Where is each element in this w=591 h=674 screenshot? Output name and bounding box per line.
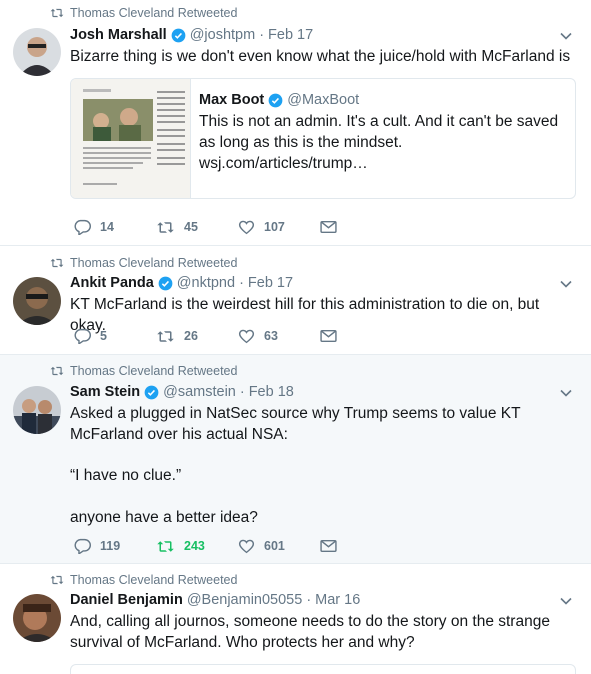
quoted-tweet-preview[interactable]: [70, 664, 576, 674]
reply-button[interactable]: 5: [74, 328, 156, 344]
tweet-ankit-panda[interactable]: Thomas Cleveland Retweeted Ankit Panda @…: [0, 246, 591, 355]
tweet-text-line: anyone have a better idea?: [70, 509, 258, 526]
retweet-context: Thomas Cleveland Retweeted: [50, 573, 237, 587]
retweet-count: 45: [184, 220, 198, 234]
retweet-icon: [50, 8, 64, 18]
quoted-author-handle: @MaxBoot: [287, 92, 360, 108]
tweet-time[interactable]: Feb 17: [248, 275, 293, 291]
quoted-author-name: Max Boot: [199, 92, 265, 108]
retweet-context-text: Thomas Cleveland Retweeted: [70, 6, 238, 20]
quoted-tweet[interactable]: Max Boot @MaxBoot This is not an admin. …: [70, 78, 576, 199]
author-name[interactable]: Daniel Benjamin: [70, 592, 183, 608]
avatar[interactable]: [13, 386, 61, 434]
tweet-time[interactable]: Mar 16: [315, 592, 360, 608]
separator-dot: ·: [239, 275, 244, 291]
retweet-icon: [50, 366, 64, 376]
reply-count: 14: [100, 220, 114, 234]
author-handle[interactable]: @Benjamin05055: [187, 592, 303, 608]
verified-badge-icon: [144, 385, 159, 399]
retweet-count: 26: [184, 329, 198, 343]
author-name[interactable]: Sam Stein: [70, 384, 140, 400]
direct-message-button[interactable]: [320, 329, 346, 343]
tweet-text-line: “I have no clue.”: [70, 467, 182, 484]
retweet-button[interactable]: 243: [156, 539, 238, 554]
chevron-down-icon[interactable]: [559, 594, 573, 608]
tweet-time[interactable]: Feb 18: [249, 384, 294, 400]
retweet-icon: [157, 540, 174, 552]
chevron-down-icon[interactable]: [559, 277, 573, 291]
separator-dot: ·: [306, 592, 312, 608]
tweet-actions: 119 243 601: [74, 538, 346, 554]
retweet-context: Thomas Cleveland Retweeted: [50, 364, 237, 378]
verified-badge-icon: [171, 28, 186, 42]
direct-message-button[interactable]: [320, 220, 346, 234]
like-count: 601: [264, 539, 285, 553]
retweet-icon: [157, 221, 174, 233]
separator-dot: ·: [259, 27, 265, 43]
like-button[interactable]: 107: [238, 219, 320, 235]
direct-message-button[interactable]: [320, 539, 346, 553]
tweet-text: Bizarre thing is we don't even know what…: [70, 48, 571, 65]
quoted-tweet-header: Max Boot @MaxBoot: [199, 92, 359, 108]
reply-button[interactable]: 119: [74, 538, 156, 554]
retweet-context-text: Thomas Cleveland Retweeted: [70, 364, 238, 378]
tweet-josh-marshall[interactable]: Thomas Cleveland Retweeted Josh Marshall…: [0, 0, 591, 246]
separator-dot: ·: [239, 384, 245, 400]
retweet-context-text: Thomas Cleveland Retweeted: [70, 256, 238, 270]
reply-count: 119: [100, 539, 121, 553]
retweet-icon: [50, 575, 64, 585]
like-count: 63: [264, 329, 278, 343]
author-name[interactable]: Josh Marshall: [70, 27, 167, 43]
author-handle[interactable]: @samstein: [163, 384, 236, 400]
verified-badge-icon: [268, 93, 283, 107]
tweet-header: Josh Marshall @joshtpm · Feb 17: [70, 27, 313, 43]
tweet-time[interactable]: Feb 17: [268, 27, 313, 43]
chevron-down-icon[interactable]: [559, 29, 573, 43]
retweet-icon: [50, 258, 64, 268]
avatar[interactable]: [13, 277, 61, 325]
tweet-header: Sam Stein @samstein · Feb 18: [70, 384, 294, 400]
tweet-header: Daniel Benjamin @Benjamin05055 · Mar 16: [70, 592, 360, 608]
direct-message-icon: [320, 539, 337, 553]
author-handle[interactable]: @joshtpm: [190, 27, 256, 43]
tweet-text-line: Asked a plugged in NatSec source why Tru…: [70, 405, 521, 443]
author-name[interactable]: Ankit Panda: [70, 275, 154, 291]
chevron-down-icon[interactable]: [559, 386, 573, 400]
like-button[interactable]: 63: [238, 328, 320, 344]
retweet-context: Thomas Cleveland Retweeted: [50, 6, 237, 20]
retweet-button[interactable]: 26: [156, 329, 238, 344]
tweet-sam-stein[interactable]: Thomas Cleveland Retweeted Sam Stein @sa…: [0, 355, 591, 564]
tweet-actions: 14 45 107: [74, 219, 346, 235]
reply-count: 5: [100, 329, 107, 343]
avatar[interactable]: [13, 594, 61, 642]
timeline: Thomas Cleveland Retweeted Josh Marshall…: [0, 0, 591, 674]
tweet-actions: 5 26 63: [74, 328, 346, 344]
reply-button[interactable]: 14: [74, 219, 156, 235]
like-icon: [238, 220, 255, 235]
retweet-icon: [157, 330, 174, 342]
tweet-text: And, calling all journos, someone needs …: [70, 613, 550, 651]
tweet-daniel-benjamin[interactable]: Thomas Cleveland Retweeted Daniel Benjam…: [0, 564, 591, 674]
tweet-header: Ankit Panda @nktpnd · Feb 17: [70, 275, 293, 291]
reply-icon: [74, 219, 91, 235]
like-icon: [238, 329, 255, 344]
author-handle[interactable]: @nktpnd: [177, 275, 235, 291]
reply-icon: [74, 538, 91, 554]
direct-message-icon: [320, 329, 337, 343]
quoted-tweet-text: This is not an admin. It's a cult. And i…: [199, 113, 559, 172]
reply-icon: [74, 328, 91, 344]
retweet-context-text: Thomas Cleveland Retweeted: [70, 573, 238, 587]
avatar[interactable]: [13, 28, 61, 76]
verified-badge-icon: [158, 276, 173, 290]
like-count: 107: [264, 220, 285, 234]
quoted-tweet-thumbnail: [71, 79, 191, 198]
retweet-context: Thomas Cleveland Retweeted: [50, 256, 237, 270]
retweet-count: 243: [184, 539, 205, 553]
retweet-button[interactable]: 45: [156, 220, 238, 235]
direct-message-icon: [320, 220, 337, 234]
like-icon: [238, 539, 255, 554]
like-button[interactable]: 601: [238, 538, 320, 554]
